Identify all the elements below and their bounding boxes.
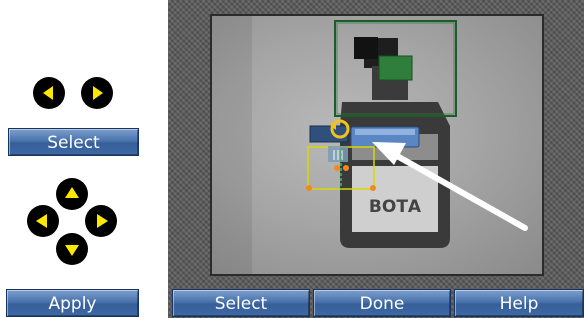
arrow-right-icon bbox=[81, 77, 113, 109]
left-select-button[interactable]: Select bbox=[8, 128, 139, 156]
bottle-neck-label bbox=[352, 134, 438, 160]
next-arrow-button[interactable] bbox=[80, 76, 114, 110]
previous-arrow-button[interactable] bbox=[32, 76, 66, 110]
arrow-down-icon bbox=[56, 233, 88, 265]
apply-button[interactable]: Apply bbox=[6, 289, 139, 317]
done-button[interactable]: Done bbox=[313, 289, 451, 317]
bottle-label-text: ВОТА bbox=[369, 197, 422, 217]
arrow-left-icon bbox=[33, 77, 65, 109]
bottle-photo: ВОТА bbox=[212, 16, 450, 274]
dpad-right-button[interactable] bbox=[84, 204, 118, 238]
dpad-down-button[interactable] bbox=[55, 232, 89, 266]
help-button[interactable]: Help bbox=[454, 289, 584, 317]
photo-canvas[interactable]: ВОТА bbox=[210, 14, 544, 276]
toolbar-select-button[interactable]: Select bbox=[172, 289, 310, 317]
app-root: Select Apply ВОТА Select Done Help bbox=[0, 0, 584, 318]
bottle-cap bbox=[364, 38, 398, 68]
photo-shadow bbox=[212, 16, 252, 274]
image-viewer: ВОТА Select Done Help bbox=[168, 0, 584, 318]
bottle-neck bbox=[372, 66, 408, 100]
viewer-toolbar: Select Done Help bbox=[168, 288, 584, 318]
arrow-right-icon bbox=[85, 205, 117, 237]
